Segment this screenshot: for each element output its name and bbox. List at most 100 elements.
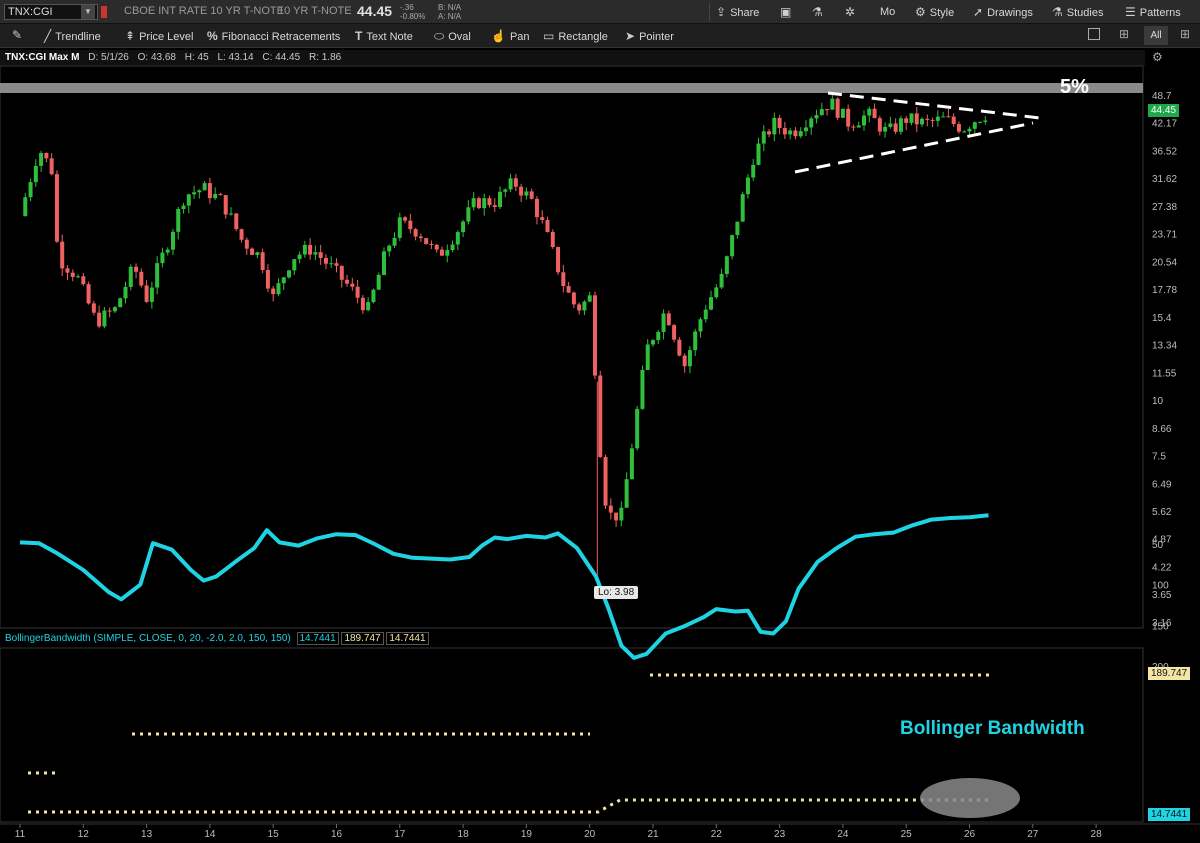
candle-body: [524, 191, 529, 196]
candle-body: [709, 297, 714, 310]
price-pane: [0, 65, 1144, 629]
oval-tool[interactable]: ⬭ Oval: [434, 28, 471, 45]
bandwidth-tick-label: 150: [1152, 621, 1169, 632]
drawings-button[interactable]: ➚ Drawings: [973, 4, 1033, 21]
pin-icon[interactable]: ✎: [12, 28, 22, 42]
candle-body: [97, 312, 102, 327]
candle-body: [983, 120, 988, 122]
pan-tool[interactable]: ☝ Pan: [491, 28, 530, 45]
last-price: 44.45: [357, 3, 393, 19]
rectangle-tool[interactable]: ▭ Rectangle: [543, 28, 608, 45]
candle-body: [33, 165, 38, 183]
bandwidth-tick-label: 100: [1152, 581, 1169, 592]
time-tick-label: 17: [394, 829, 406, 840]
info-range: R: 1.86: [308, 52, 342, 63]
candle-body: [91, 303, 96, 313]
studies-button[interactable]: ⚗ Studies: [1052, 4, 1103, 21]
candle-body: [883, 126, 888, 132]
candle-body: [698, 319, 703, 332]
time-tick-label: 20: [584, 829, 596, 840]
indicator-label-bar: BollingerBandwidth (SIMPLE, CLOSE, 0, 20…: [0, 631, 1145, 647]
trendline-label: Trendline: [55, 31, 101, 43]
style-button[interactable]: ⚙ Style: [915, 4, 954, 21]
settings-button[interactable]: ✲: [845, 4, 859, 21]
price-tick-label: 4.22: [1152, 562, 1172, 573]
triangle-lower-trendline: [794, 121, 1034, 174]
candle-body: [629, 448, 634, 480]
indicator-value-2: 189.747: [341, 632, 384, 645]
indicator-value-3: 14.7441: [386, 632, 429, 645]
fibonacci-tool[interactable]: % Fibonacci Retracements: [207, 28, 340, 45]
flag-icon[interactable]: [101, 6, 107, 18]
candle-body: [740, 194, 745, 222]
candle-body: [856, 125, 861, 128]
period-button[interactable]: Mo: [880, 4, 895, 20]
candle-body: [65, 268, 70, 273]
candle-body: [360, 297, 365, 311]
candle-body: [877, 118, 882, 132]
time-tick-label: 19: [521, 829, 533, 840]
single-layout-icon[interactable]: [1088, 28, 1100, 40]
candle-body: [54, 174, 59, 242]
candle-body: [920, 118, 925, 125]
candle-body: [329, 263, 334, 265]
oval-label: Oval: [448, 31, 471, 43]
text-note-tool[interactable]: T Text Note: [355, 28, 413, 45]
patterns-label: Patterns: [1139, 7, 1181, 19]
candle-body: [339, 265, 344, 280]
grid-layout-icon[interactable]: ⊞: [1119, 27, 1129, 41]
price-tick-label: 7.5: [1152, 451, 1166, 462]
candle-body: [81, 276, 86, 285]
price-axis: 48.7 42.17 36.52 31.62 27.38 23.71 20.54 17.78 1…: [1152, 91, 1177, 629]
candle-body: [651, 340, 655, 345]
trendline-icon: ╱: [44, 29, 52, 43]
candle-body: [413, 229, 418, 237]
time-tick-label: 23: [774, 829, 786, 840]
top-bar: TNX:CGI ▼ CBOE INT RATE 10 YR T-NOTE 10 …: [0, 0, 1200, 24]
candle-body: [250, 248, 255, 255]
candle-body: [930, 119, 935, 121]
candle-body: [271, 288, 276, 295]
pointer-tool[interactable]: ➤ Pointer: [625, 28, 674, 45]
all-button[interactable]: All: [1144, 26, 1168, 45]
candle-body: [782, 127, 787, 135]
candle-body: [492, 205, 497, 207]
candle-body: [772, 117, 777, 135]
candle-body: [830, 98, 835, 110]
candle-body: [724, 256, 729, 274]
candle-body: [840, 108, 845, 118]
candle-body: [687, 350, 692, 367]
candle-body: [418, 236, 423, 239]
candle-body: [693, 331, 698, 351]
symbol-dropdown-icon[interactable]: ▼: [81, 5, 95, 19]
calendar-button[interactable]: ▣: [780, 4, 795, 21]
candle-body: [371, 289, 376, 303]
annotation-layer: [794, 91, 1041, 174]
grid-options-icon[interactable]: ⊞: [1180, 27, 1190, 41]
patterns-button[interactable]: ☰ Patterns: [1125, 4, 1181, 21]
candle-body: [440, 249, 444, 256]
share-icon: ⇪: [716, 5, 727, 19]
candle-body: [487, 198, 492, 206]
candle-body: [139, 271, 144, 286]
style-label: Style: [929, 7, 955, 19]
candle-body: [218, 194, 223, 196]
price-level-tool[interactable]: ⇞ Price Level: [125, 28, 193, 45]
candle-body: [914, 113, 919, 125]
flask-button[interactable]: ⚗: [812, 4, 827, 21]
candle-body: [44, 152, 49, 159]
bid-price: B: N/A: [438, 3, 462, 12]
share-label: Share: [730, 7, 760, 19]
candle-body: [819, 109, 824, 116]
candle-body: [956, 124, 961, 132]
calendar-icon: ▣: [780, 5, 792, 19]
share-button[interactable]: ⇪ Share: [716, 4, 759, 21]
info-high: H: 45: [184, 52, 209, 63]
candle-body: [466, 207, 471, 222]
crosshair-settings-icon[interactable]: ⚙: [1152, 50, 1163, 64]
time-tick-label: 28: [1091, 829, 1103, 840]
indicator-value-1: 14.7441: [296, 632, 339, 645]
candle-body: [134, 266, 139, 272]
candle-body: [160, 252, 165, 264]
trendline-tool[interactable]: ╱ Trendline: [44, 28, 101, 45]
